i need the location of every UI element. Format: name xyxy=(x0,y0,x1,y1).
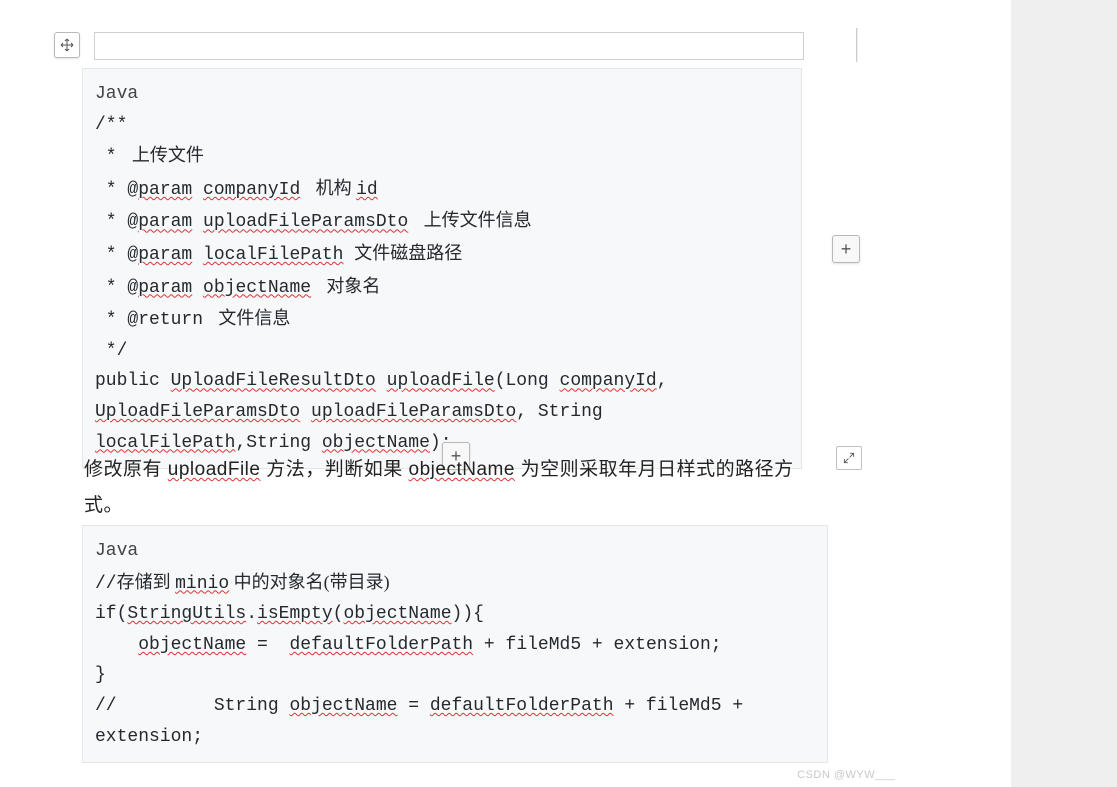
code-line: extension; xyxy=(95,722,815,753)
code-line: UploadFileParamsDto uploadFileParamsDto,… xyxy=(95,397,789,428)
code-line: * @param objectName 对象名 xyxy=(95,271,789,304)
code-block-java-1[interactable]: Java /** * 上传文件 * @param companyId 机构 id… xyxy=(82,68,802,469)
divider xyxy=(856,28,858,62)
editor-main-area: Java /** * 上传文件 * @param companyId 机构 id… xyxy=(0,0,1011,787)
expand-button[interactable] xyxy=(836,446,862,470)
expand-icon xyxy=(842,451,856,465)
code-line: * @param localFilePath 文件磁盘路径 xyxy=(95,238,789,271)
code-line: * @param uploadFileParamsDto 上传文件信息 xyxy=(95,205,789,238)
description-text: 修改原有 uploadFile 方法，判断如果 objectName 为空则采取… xyxy=(84,452,804,524)
code-lang-label: Java xyxy=(95,79,789,110)
code-lines-1: /** * 上传文件 * @param companyId 机构 id * @p… xyxy=(95,110,789,459)
code-line: * @param companyId 机构 id xyxy=(95,173,789,206)
move-icon xyxy=(59,37,75,53)
code-lang-label: Java xyxy=(95,536,815,567)
code-line: objectName = defaultFolderPath + fileMd5… xyxy=(95,630,815,661)
code-line: if(StringUtils.isEmpty(objectName)){ xyxy=(95,599,815,630)
code-line: * @return 文件信息 xyxy=(95,303,789,336)
move-handle[interactable] xyxy=(54,32,80,58)
code-line: // String objectName = defaultFolderPath… xyxy=(95,691,815,722)
right-sidebar xyxy=(1011,0,1117,787)
plus-icon: + xyxy=(841,239,852,260)
code-block-java-2[interactable]: Java //存储到 minio 中的对象名(带目录)if(StringUtil… xyxy=(82,525,828,763)
code-line: /** xyxy=(95,110,789,141)
add-button-side[interactable]: + xyxy=(832,235,860,263)
code-line: public UploadFileResultDto uploadFile(Lo… xyxy=(95,366,789,397)
code-line: */ xyxy=(95,336,789,367)
code-line: * 上传文件 xyxy=(95,140,789,173)
table-input-area[interactable] xyxy=(94,32,804,60)
code-line: } xyxy=(95,660,815,691)
watermark-text: CSDN @WYW___ xyxy=(797,769,895,781)
code-lines-2: //存储到 minio 中的对象名(带目录)if(StringUtils.isE… xyxy=(95,567,815,753)
code-line: //存储到 minio 中的对象名(带目录) xyxy=(95,567,815,600)
